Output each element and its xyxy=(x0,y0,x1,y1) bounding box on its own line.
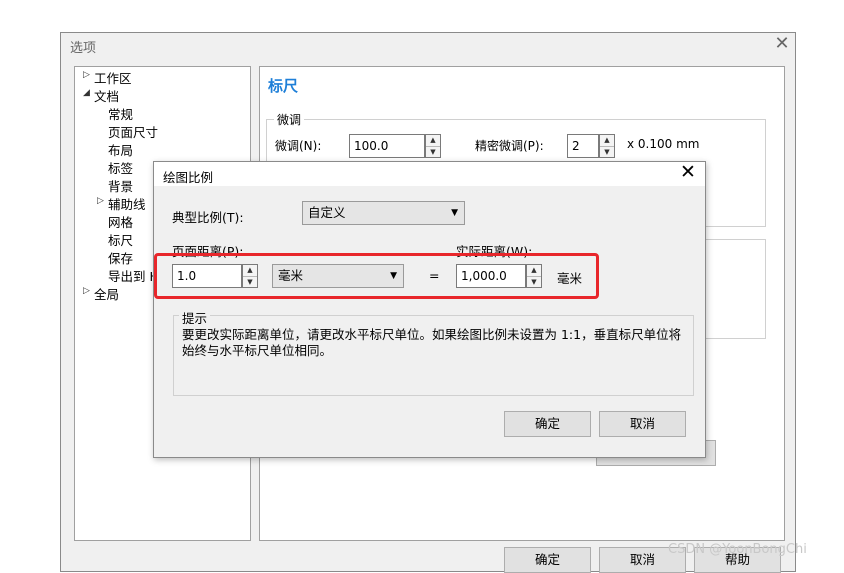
close-icon[interactable]: ✕ xyxy=(771,33,793,54)
super-nudge-spinner[interactable]: ▲ ▼ xyxy=(599,134,615,158)
tree-item-background[interactable]: 背景 xyxy=(108,176,133,195)
tree-item-global[interactable]: 全局 xyxy=(94,284,119,303)
dialog-cancel-button[interactable]: 取消 xyxy=(599,411,686,437)
typical-scale-value: 自定义 xyxy=(308,205,346,220)
tree-item-document[interactable]: 文档 xyxy=(94,86,119,105)
hint-text: 要更改实际距离单位，请更改水平标尺单位。如果绘图比例未设置为 1:1，垂直标尺单… xyxy=(182,327,682,358)
dialog-ok-button[interactable]: 确定 xyxy=(504,411,591,437)
tree-item-guidelines[interactable]: 辅助线 xyxy=(108,194,146,213)
tree-item-labels[interactable]: 标签 xyxy=(108,158,133,177)
super-nudge-unit: x 0.100 mm xyxy=(627,137,700,151)
collapse-arrow-icon[interactable]: ◢ xyxy=(83,88,90,98)
expand-arrow-icon[interactable]: ▷ xyxy=(83,286,90,296)
typical-scale-label: 典型比例(T): xyxy=(172,210,244,225)
nudge-spinner[interactable]: ▲ ▼ xyxy=(425,134,441,158)
ok-button[interactable]: 确定 xyxy=(504,547,591,573)
nudge-group-label: 微调 xyxy=(274,111,305,128)
tree-item-rulers[interactable]: 标尺 xyxy=(108,230,133,249)
super-nudge-label: 精密微调(P): xyxy=(475,139,544,153)
close-icon[interactable]: ✕ xyxy=(676,161,700,183)
typical-scale-select[interactable]: 自定义 ▼ xyxy=(302,201,465,225)
tree-item-grid[interactable]: 网格 xyxy=(108,212,133,231)
page-title: 标尺 xyxy=(268,77,299,95)
drawing-scale-dialog: 绘图比例 ✕ 典型比例(T): 自定义 ▼ 页面距离(P): 实际距离(W): … xyxy=(153,161,706,458)
red-highlight-frame xyxy=(154,253,599,299)
tree-item-save[interactable]: 保存 xyxy=(108,248,133,267)
watermark: CSDN @YoonBongChi xyxy=(668,542,807,557)
nudge-label: 微调(N): xyxy=(275,139,322,153)
nudge-input[interactable]: 100.0 xyxy=(349,134,425,158)
tree-item-workspace[interactable]: 工作区 xyxy=(94,68,132,87)
dialog-title: 绘图比例 xyxy=(163,170,214,185)
tree-item-page-size[interactable]: 页面尺寸 xyxy=(108,122,158,141)
tree-item-general[interactable]: 常规 xyxy=(108,104,133,123)
tree-item-export-html[interactable]: 导出到 H xyxy=(108,266,159,285)
expand-arrow-icon[interactable]: ▷ xyxy=(83,70,90,80)
expand-arrow-icon[interactable]: ▷ xyxy=(97,196,104,206)
tree-item-layout[interactable]: 布局 xyxy=(108,140,133,159)
chevron-down-icon: ▼ xyxy=(451,208,458,218)
hint-label: 提示 xyxy=(179,308,211,327)
super-nudge-input[interactable]: 2 xyxy=(567,134,599,158)
dialog-title-bar xyxy=(154,162,705,186)
window-title: 选项 xyxy=(70,41,97,56)
